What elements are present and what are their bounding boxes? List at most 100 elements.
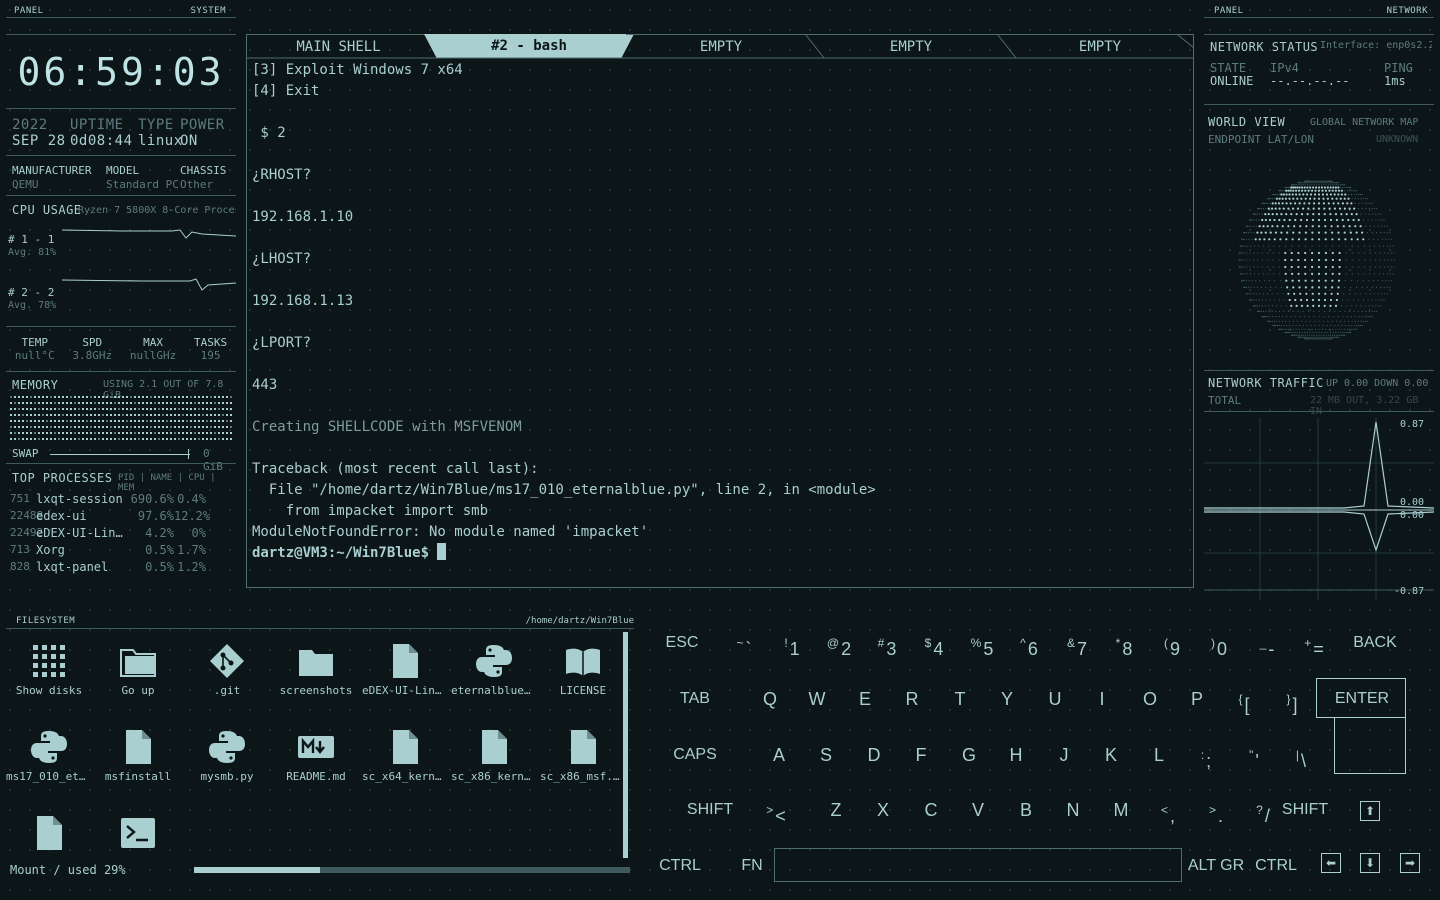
swap-bar-end — [188, 449, 189, 459]
key-o[interactable]: O — [1126, 679, 1174, 719]
file-item[interactable]: screenshots — [273, 642, 359, 697]
terminal-line: ¿LHOST? — [252, 251, 312, 267]
memory-grid — [10, 396, 232, 440]
terminal-line: $ 2 — [252, 125, 286, 141]
key-g[interactable]: G — [945, 735, 993, 775]
key-n[interactable]: N — [1049, 790, 1097, 830]
key-j[interactable]: J — [1040, 735, 1088, 775]
file-item[interactable]: eternalblue_... — [451, 642, 537, 697]
key-tab[interactable]: TAB — [665, 679, 725, 719]
key--[interactable]: :; — [1182, 735, 1230, 775]
filesystem-panel: FILESYSTEM /home/dartz/Win7Blue Show dis… — [6, 614, 634, 894]
file-item[interactable]: eDEX-UI-Linu... — [362, 642, 448, 697]
key-label: H — [1009, 745, 1023, 765]
spacebar[interactable] — [774, 848, 1182, 882]
arrow-left-icon[interactable]: ⬅ — [1321, 853, 1341, 873]
key-shift[interactable]: SHIFT — [670, 790, 750, 830]
key--[interactable]: " ' — [1230, 735, 1278, 775]
key-enter[interactable]: ENTER — [1322, 679, 1402, 719]
file-item[interactable] — [95, 814, 181, 856]
key-r[interactable]: R — [888, 679, 936, 719]
process-mem: 0% — [191, 526, 206, 540]
key--[interactable]: >. — [1192, 790, 1240, 830]
key-x[interactable]: X — [859, 790, 907, 830]
key-s[interactable]: S — [802, 735, 850, 775]
key-shift-label: ~ — [736, 636, 744, 650]
key--[interactable]: {[ — [1220, 679, 1268, 719]
file-item[interactable]: ms17_010_et... — [6, 728, 92, 783]
key-3[interactable]: #3 — [863, 623, 911, 663]
key-b[interactable]: B — [1002, 790, 1050, 830]
key-shift[interactable]: SHIFT — [1265, 790, 1345, 830]
key-d[interactable]: D — [850, 735, 898, 775]
process-row: 22488 edex-ui 97.6% 12.2% — [10, 509, 238, 526]
key-c[interactable]: C — [907, 790, 955, 830]
key-9[interactable]: (9 — [1148, 623, 1196, 663]
book-icon — [540, 642, 626, 680]
arrow-down-icon[interactable]: ⬇ — [1360, 853, 1380, 873]
key-1[interactable]: ! 1 — [768, 623, 816, 663]
key-4[interactable]: $4 — [910, 623, 958, 663]
key--[interactable]: ~ ` — [720, 623, 768, 663]
key-u[interactable]: U — [1031, 679, 1079, 719]
key-alt-gr[interactable]: ALT GR — [1176, 846, 1256, 886]
python-icon — [6, 728, 92, 766]
key-k[interactable]: K — [1087, 735, 1135, 775]
key-i[interactable]: I — [1078, 679, 1126, 719]
arrow-right-icon[interactable]: ➡ — [1400, 853, 1420, 873]
key-z[interactable]: Z — [812, 790, 860, 830]
key-ctrl[interactable]: CTRL — [650, 846, 710, 886]
key-q[interactable]: Q — [746, 679, 794, 719]
key-shift-label: { — [1238, 692, 1243, 706]
file-item[interactable]: sc_x86_kern... — [451, 728, 537, 783]
arrow-up-icon[interactable]: ⬆ — [1360, 801, 1380, 821]
key-f[interactable]: F — [897, 735, 945, 775]
endpoint-label: ENDPOINT LAT/LON — [1208, 133, 1314, 146]
swap-value: 0 GiB — [203, 447, 223, 473]
key-caps[interactable]: CAPS — [665, 735, 725, 775]
key-2[interactable]: @2 — [815, 623, 863, 663]
key-label: R — [905, 689, 919, 709]
key--[interactable]: <, — [1144, 790, 1192, 830]
file-item[interactable]: Go up — [95, 642, 181, 697]
file-item[interactable]: sc_x64_kern... — [362, 728, 448, 783]
core1-label: # 1 - 1 — [8, 233, 55, 246]
key--[interactable]: + = — [1290, 623, 1338, 663]
key-p[interactable]: P — [1173, 679, 1221, 719]
key-0[interactable]: ) 0 — [1195, 623, 1243, 663]
key-fn[interactable]: FN — [722, 846, 782, 886]
file-item[interactable]: .git — [184, 642, 270, 697]
file-item[interactable]: LICENSE — [540, 642, 626, 697]
file-item[interactable]: sc_x86_msf... — [540, 728, 626, 783]
file-item[interactable]: msfinstall — [95, 728, 181, 783]
key-v[interactable]: V — [954, 790, 1002, 830]
key-l[interactable]: L — [1135, 735, 1183, 775]
file-item[interactable] — [6, 814, 92, 856]
key-m[interactable]: M — [1097, 790, 1145, 830]
key-esc[interactable]: ESC — [652, 623, 712, 663]
key-t[interactable]: T — [936, 679, 984, 719]
key-e[interactable]: E — [841, 679, 889, 719]
key-8[interactable]: * 8 — [1100, 623, 1148, 663]
globe-map[interactable] — [1224, 160, 1414, 360]
key-a[interactable]: A — [755, 735, 803, 775]
file-item[interactable]: mysmb.py — [184, 728, 270, 783]
key--[interactable]: > < — [752, 790, 800, 830]
key-ctrl[interactable]: CTRL — [1246, 846, 1306, 886]
key-7[interactable]: & 7 — [1053, 623, 1101, 663]
key-y[interactable]: Y — [983, 679, 1031, 719]
key--[interactable]: _ - — [1243, 623, 1291, 663]
key-w[interactable]: W — [793, 679, 841, 719]
terminal-prompt-line[interactable]: dartz@VM3:~/Win7Blue$ — [252, 543, 1187, 564]
file-item[interactable]: README.md — [273, 728, 359, 783]
file-item[interactable]: Show disks — [6, 642, 92, 697]
key-h[interactable]: H — [992, 735, 1040, 775]
key-back[interactable]: BACK — [1345, 623, 1405, 663]
key--[interactable]: | \ — [1277, 735, 1325, 775]
enter-key-bottom[interactable] — [1334, 717, 1406, 774]
key-5[interactable]: % 5 — [958, 623, 1006, 663]
file-scrollbar[interactable] — [623, 632, 628, 858]
processes-label: TOP PROCESSES — [12, 471, 113, 485]
key-6[interactable]: ^ 6 — [1005, 623, 1053, 663]
key--[interactable]: }] — [1268, 679, 1316, 719]
